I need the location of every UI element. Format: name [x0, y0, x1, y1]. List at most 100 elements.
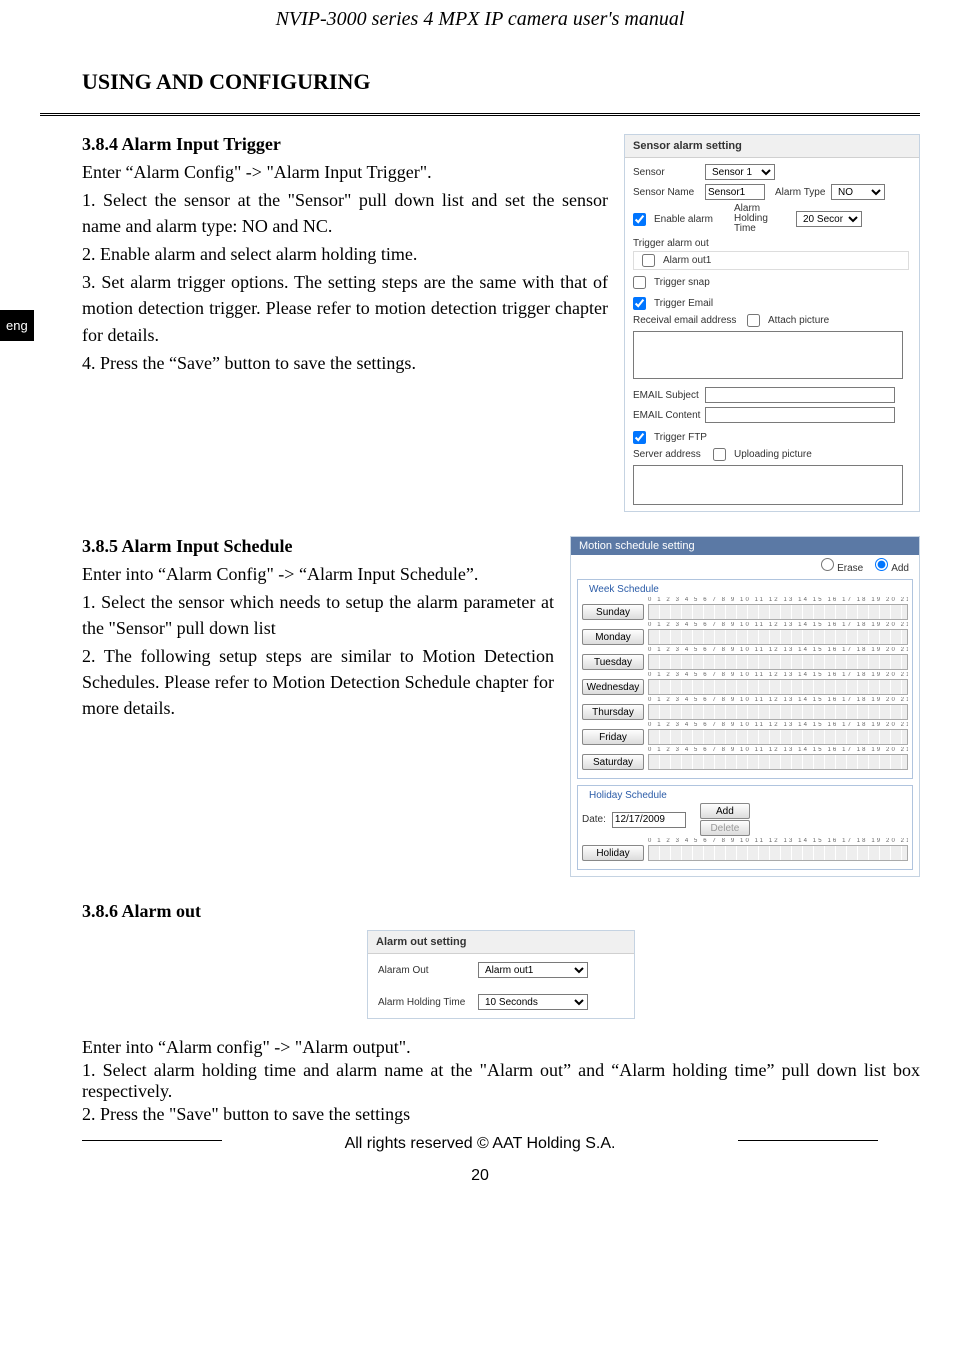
- timeline[interactable]: [648, 654, 908, 670]
- day-friday-button[interactable]: Friday: [582, 729, 644, 745]
- alarm-out-label: Alaram Out: [378, 965, 478, 976]
- trigger-snap-label: Trigger snap: [654, 277, 710, 288]
- holiday-schedule-fieldset: Holiday Schedule Date: Add Delete 0 1 2 …: [577, 785, 913, 870]
- day-row: Thursday: [582, 704, 908, 720]
- alarm-out-panel: Alarm out setting Alaram Out Alarm out1 …: [367, 930, 635, 1019]
- uploading-picture-label: Uploading picture: [734, 449, 812, 460]
- time-ticks: 0 1 2 3 4 5 6 7 8 9 10 11 12 13 14 15 16…: [648, 622, 908, 629]
- alarm-out1-label: Alarm out1: [663, 255, 711, 266]
- trigger-email-label: Trigger Email: [654, 298, 713, 309]
- week-schedule-fieldset: Week Schedule 0 1 2 3 4 5 6 7 8 9 10 11 …: [577, 579, 913, 779]
- day-sunday-button[interactable]: Sunday: [582, 604, 644, 620]
- heading-385: 3.8.5 Alarm Input Schedule: [82, 536, 554, 557]
- date-input[interactable]: [612, 812, 686, 828]
- trigger-snap-checkbox[interactable]: [633, 276, 646, 289]
- uploading-picture-checkbox[interactable]: [713, 448, 726, 461]
- holiday-delete-button[interactable]: Delete: [700, 820, 750, 836]
- receival-email-label: Receival email address: [633, 315, 743, 326]
- panel-header: Alarm out setting: [368, 931, 634, 954]
- alarm-type-label: Alarm Type: [775, 187, 827, 198]
- email-subject-input[interactable]: [705, 387, 895, 403]
- add-radio-label[interactable]: Add: [875, 558, 909, 574]
- day-row: Friday: [582, 729, 908, 745]
- language-tag: eng: [0, 310, 34, 341]
- day-row: Holiday: [582, 845, 908, 861]
- erase-radio-label[interactable]: Erase: [821, 558, 863, 574]
- running-head: NVIP-3000 series 4 MPX IP camera user's …: [40, 8, 920, 31]
- erase-radio[interactable]: [821, 558, 834, 571]
- day-tuesday-button[interactable]: Tuesday: [582, 654, 644, 670]
- enable-alarm-checkbox[interactable]: [633, 213, 646, 226]
- section-385-text: 3.8.5 Alarm Input Schedule Enter into “A…: [82, 536, 554, 724]
- para: 4. Press the “Save” button to save the s…: [82, 350, 608, 376]
- alarm-type-select[interactable]: NO: [831, 184, 885, 200]
- add-radio[interactable]: [875, 558, 888, 571]
- time-ticks: 0 1 2 3 4 5 6 7 8 9 10 11 12 13 14 15 16…: [648, 697, 908, 704]
- holiday-legend: Holiday Schedule: [586, 790, 670, 801]
- trigger-out-label: Trigger alarm out: [625, 236, 919, 251]
- footer-rule-left: [82, 1140, 222, 1141]
- para: Enter into “Alarm config" -> "Alarm outp…: [82, 1037, 920, 1058]
- server-address-label: Server address: [633, 449, 709, 460]
- timeline[interactable]: [648, 679, 908, 695]
- day-monday-button[interactable]: Monday: [582, 629, 644, 645]
- timeline[interactable]: [648, 629, 908, 645]
- heading-384: 3.8.4 Alarm Input Trigger: [82, 134, 608, 155]
- day-thursday-button[interactable]: Thursday: [582, 704, 644, 720]
- trigger-email-checkbox[interactable]: [633, 297, 646, 310]
- holding-time-label: Alarm Holding Time: [734, 204, 792, 234]
- panel-header: Sensor alarm setting: [625, 135, 919, 158]
- trigger-ftp-checkbox[interactable]: [633, 431, 646, 444]
- timeline[interactable]: [648, 704, 908, 720]
- alarm-hold-label: Alarm Holding Time: [378, 997, 478, 1008]
- time-ticks: 0 1 2 3 4 5 6 7 8 9 10 11 12 13 14 15 16…: [648, 597, 908, 604]
- timeline[interactable]: [648, 754, 908, 770]
- schedule-panel: Motion schedule setting Erase Add Week S…: [570, 536, 920, 877]
- para: 1. Select the sensor which needs to setu…: [82, 589, 554, 641]
- alarm-hold-select[interactable]: 10 Seconds: [478, 994, 588, 1010]
- sensor-select[interactable]: Sensor 1: [705, 164, 775, 180]
- email-content-input[interactable]: [705, 407, 895, 423]
- day-row: Sunday: [582, 604, 908, 620]
- trigger-ftp-label: Trigger FTP: [654, 432, 707, 443]
- email-content-label: EMAIL Content: [633, 410, 701, 421]
- email-subject-label: EMAIL Subject: [633, 390, 701, 401]
- server-address-textarea[interactable]: [633, 465, 903, 505]
- time-ticks: 0 1 2 3 4 5 6 7 8 9 10 11 12 13 14 15 16…: [648, 647, 908, 654]
- enable-alarm-label: Enable alarm: [654, 214, 714, 225]
- para: Enter “Alarm Config" -> "Alarm Input Tri…: [82, 159, 608, 185]
- timeline[interactable]: [648, 604, 908, 620]
- holiday-row-button[interactable]: Holiday: [582, 845, 644, 861]
- para: 1. Select the sensor at the "Sensor" pul…: [82, 187, 608, 239]
- para: 2. Press the "Save" button to save the s…: [82, 1104, 920, 1125]
- alarm-out-select[interactable]: Alarm out1: [478, 962, 588, 978]
- alarm-out1-checkbox[interactable]: [642, 254, 655, 267]
- page-title: USING AND CONFIGURING: [82, 69, 920, 95]
- heading-386: 3.8.6 Alarm out: [82, 901, 920, 922]
- attach-picture-checkbox[interactable]: [747, 314, 760, 327]
- section-384-text: 3.8.4 Alarm Input Trigger Enter “Alarm C…: [82, 134, 608, 378]
- para: 2. Enable alarm and select alarm holding…: [82, 241, 608, 267]
- sensor-alarm-panel: Sensor alarm setting Sensor Sensor 1 Sen…: [624, 134, 920, 512]
- para: 3. Set alarm trigger options. The settin…: [82, 269, 608, 347]
- para: 2. The following setup steps are similar…: [82, 643, 554, 721]
- title-rule: [40, 113, 920, 116]
- day-saturday-button[interactable]: Saturday: [582, 754, 644, 770]
- page-number: 20: [40, 1167, 920, 1185]
- time-ticks: 0 1 2 3 4 5 6 7 8 9 10 11 12 13 14 15 16…: [648, 672, 908, 679]
- sensor-name-label: Sensor Name: [633, 187, 701, 198]
- footer-copyright: All rights reserved © AAT Holding S.A.: [345, 1135, 616, 1153]
- day-wednesday-button[interactable]: Wednesday: [582, 679, 644, 695]
- para: 1. Select alarm holding time and alarm n…: [82, 1060, 920, 1102]
- time-ticks: 0 1 2 3 4 5 6 7 8 9 10 11 12 13 14 15 16…: [648, 722, 908, 729]
- day-row: Wednesday: [582, 679, 908, 695]
- sensor-name-input[interactable]: [705, 184, 765, 200]
- day-row: Saturday: [582, 754, 908, 770]
- timeline[interactable]: [648, 845, 908, 861]
- timeline[interactable]: [648, 729, 908, 745]
- attach-picture-label: Attach picture: [768, 315, 829, 326]
- email-address-textarea[interactable]: [633, 331, 903, 379]
- holding-time-select[interactable]: 20 Seconds: [796, 211, 862, 227]
- date-label: Date:: [582, 814, 606, 825]
- holiday-add-button[interactable]: Add: [700, 803, 750, 819]
